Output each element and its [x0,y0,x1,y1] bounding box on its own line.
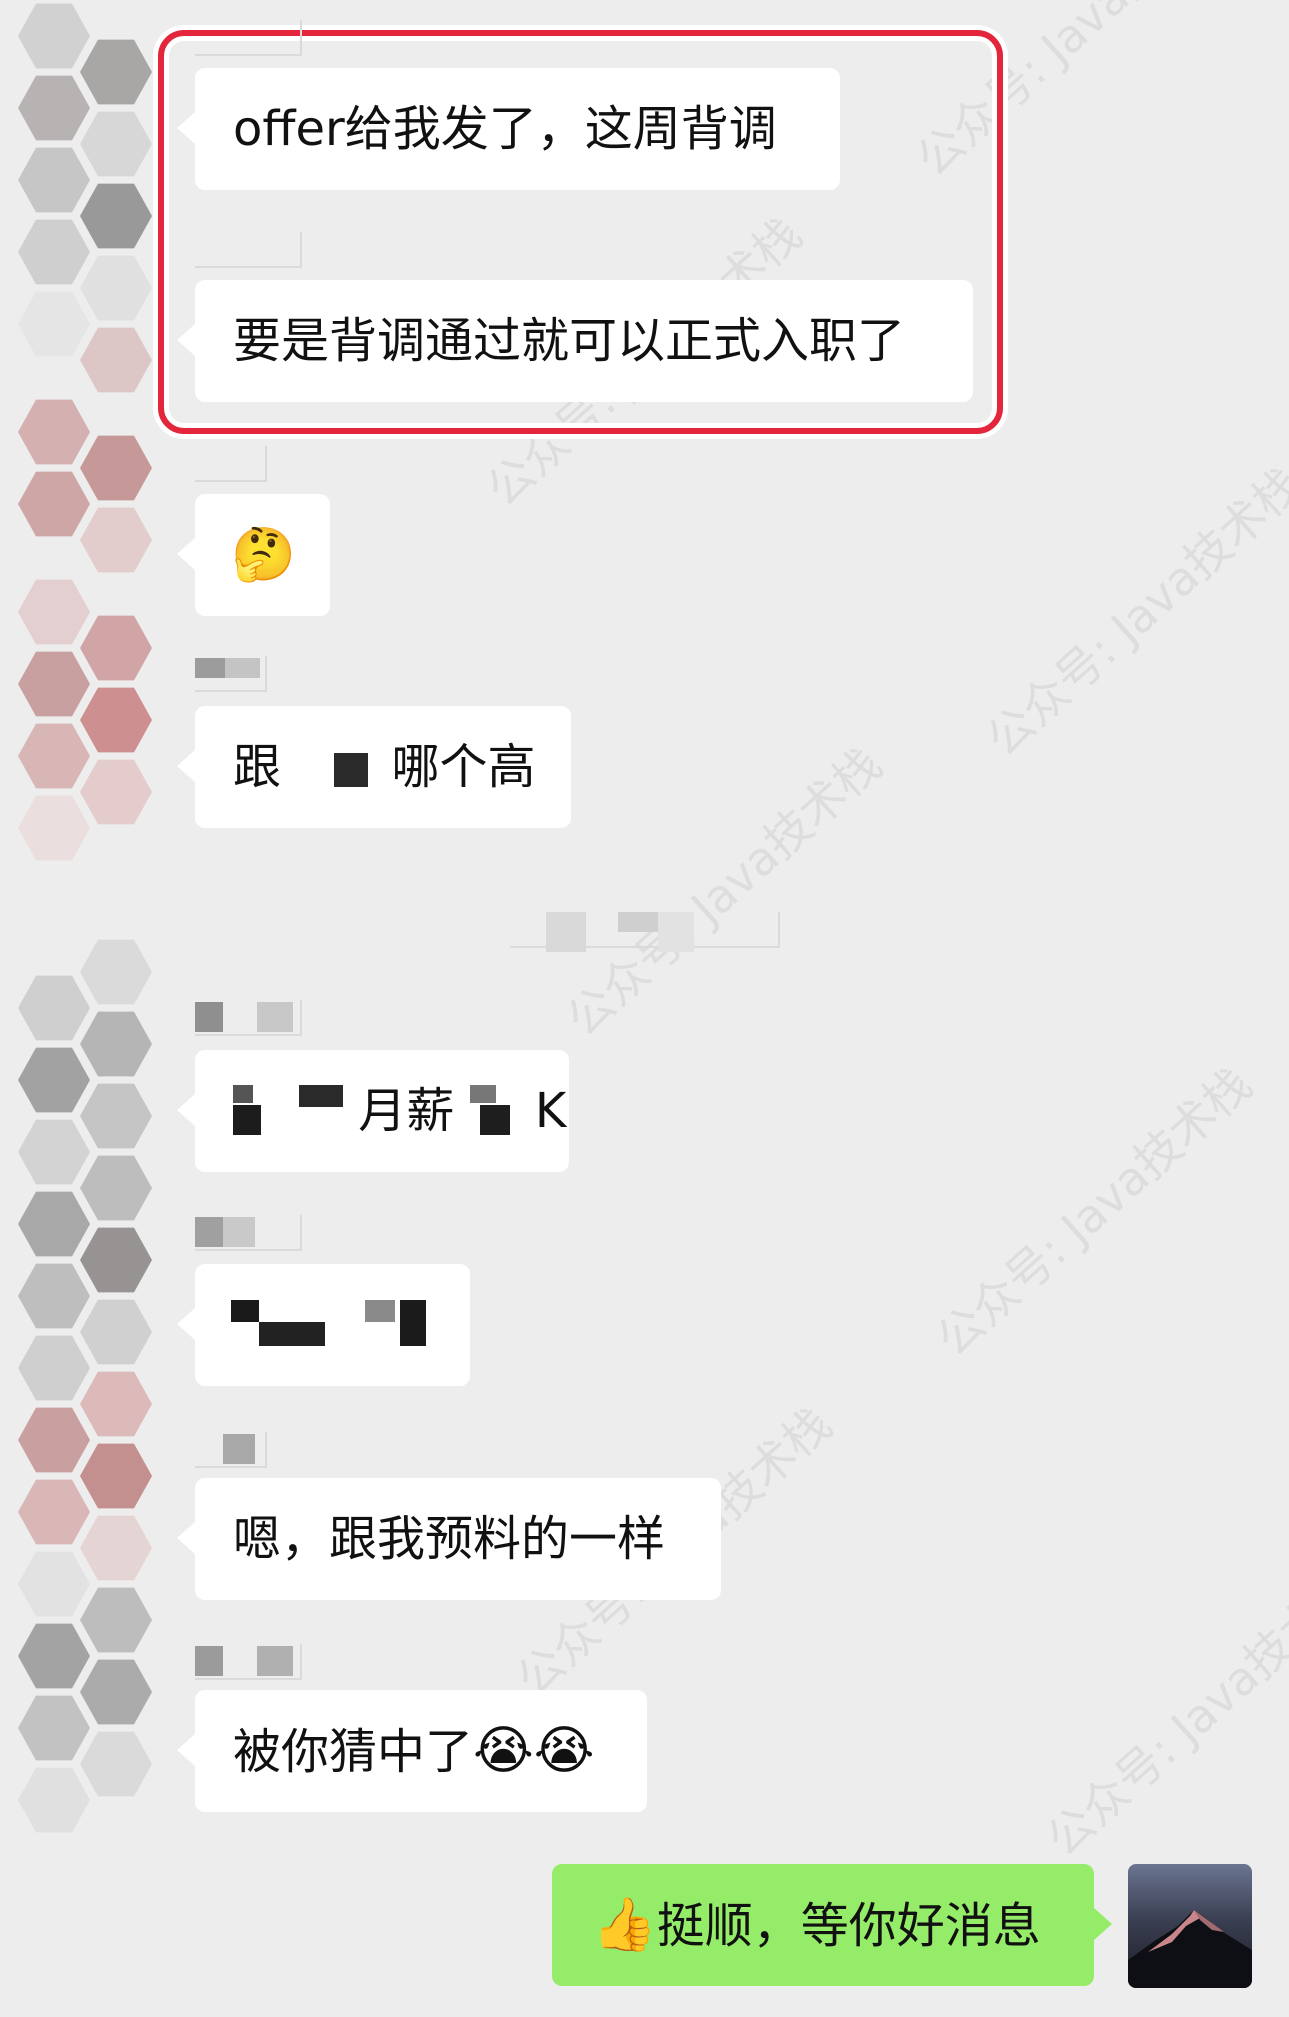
watermark: 公众号: Java技术栈 [1036,1556,1289,1867]
message-bubble: 要是背调通过就可以正式入职了 [177,280,973,402]
redacted-block [233,1085,343,1135]
message-text: 月薪 [358,1083,455,1139]
message-bubble: offer给我发了，这周背调 [177,68,840,190]
message-text: 哪个高 [391,739,536,795]
message-bubble: 嗯，跟我预料的一样 [177,1478,721,1600]
redacted-block [231,1300,259,1322]
sender-name-mark [195,1215,302,1251]
sender-name-mark [195,656,267,692]
sender-name-mark [195,1644,302,1680]
sender-name-mark [195,1432,267,1468]
message-bubble: 月薪 K [177,1050,569,1172]
sender-name-mark [195,232,302,268]
watermark: 公众号: Java技术栈 [976,456,1289,767]
message-bubble: 被你猜中了😭😭 [177,1690,647,1812]
message-text: 挺顺，等你好消息 [656,1898,1041,1954]
redacted-block [334,753,369,787]
message-text: 被你猜中了 [233,1724,474,1780]
message-text: K [534,1083,567,1139]
time-divider-blurred [510,912,780,952]
sender-name-mark [195,20,302,56]
redacted-block [400,1300,426,1346]
message-text: 跟 [233,739,282,795]
my-avatar[interactable] [1128,1864,1252,1988]
thumbs-up-icon: 👍 [592,1895,657,1955]
sender-name-mark [195,1000,302,1036]
watermark: 公众号: Java技术栈 [556,736,892,1047]
my-message-bubble: 👍挺顺，等你好消息 [552,1864,1112,1986]
redacted-block [365,1300,395,1322]
redacted-block [259,1322,325,1346]
message-bubble [177,1264,470,1386]
message-bubble: 跟 哪个高 [177,706,571,828]
redacted-block [469,1085,520,1135]
message-text: offer给我发了，这周背调 [233,101,777,157]
message-text: 要是背调通过就可以正式入职了 [233,313,906,369]
thinking-emoji-icon: 🤔 [231,525,296,585]
mountain-icon [1128,1910,1252,1988]
sender-name-mark [195,446,267,482]
watermark: 公众号: Java技术栈 [926,1056,1262,1367]
crying-laughing-emoji-icon: 😭😭 [473,1721,595,1781]
emoji-bubble: 🤔 [177,494,330,616]
message-text: 嗯，跟我预料的一样 [233,1511,666,1567]
